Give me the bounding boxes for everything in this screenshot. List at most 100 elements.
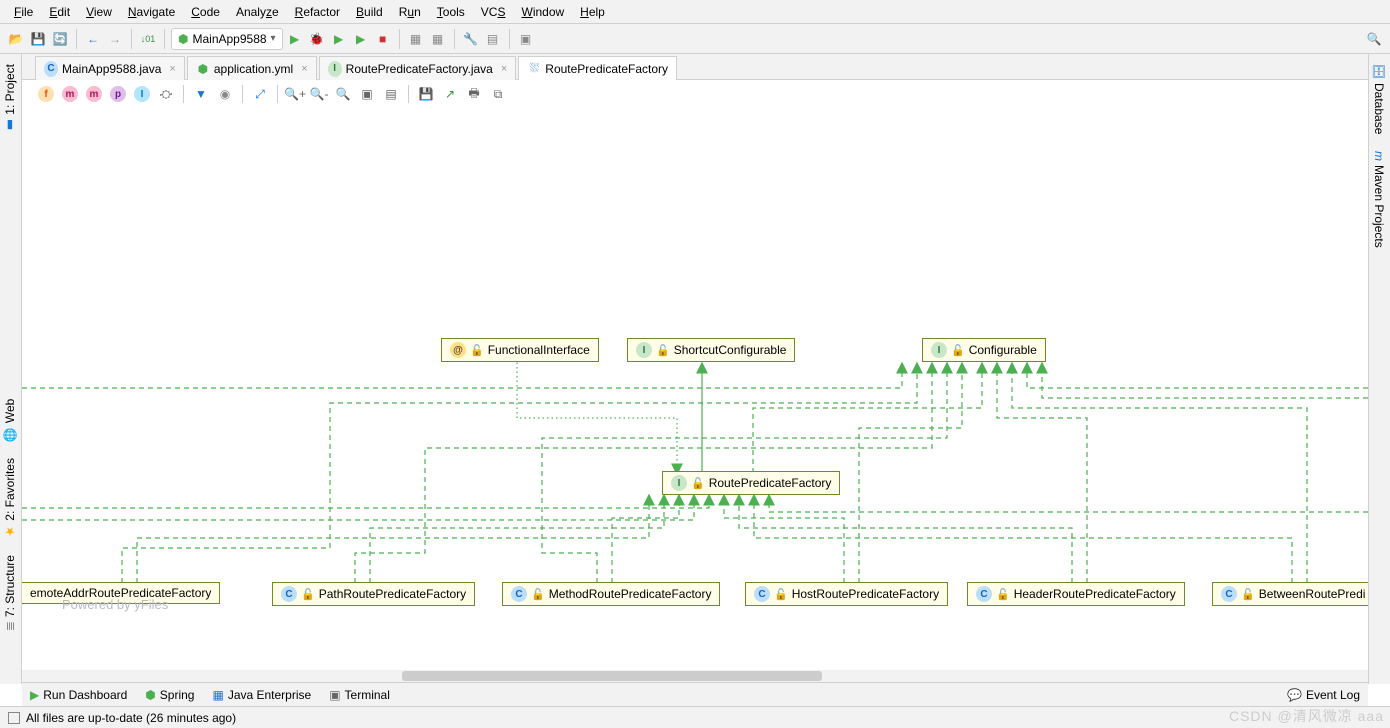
filter-m1-icon[interactable]: m [59, 83, 81, 105]
close-icon[interactable]: × [301, 63, 307, 75]
refresh-icon[interactable]: 🔄 [50, 29, 70, 49]
spring-icon: ⬢ [196, 62, 210, 76]
coverage-icon[interactable]: ▶ [329, 29, 349, 49]
node-header[interactable]: C 🔓 HeaderRoutePredicateFactory [967, 582, 1185, 606]
sdk-icon[interactable]: ▣ [516, 29, 536, 49]
scrollbar-thumb[interactable] [402, 671, 822, 681]
menu-build[interactable]: Build [348, 3, 391, 21]
tab-routepredicatefactory-java[interactable]: I RoutePredicateFactory.java × [319, 56, 517, 80]
layout1-icon[interactable]: ▦ [406, 29, 426, 49]
node-configurable[interactable]: I 🔓 Configurable [922, 338, 1046, 362]
run-configuration-selector[interactable]: ⬢ MainApp9588 ▾ [171, 28, 283, 50]
menu-vcs[interactable]: VCS [473, 3, 514, 21]
diagram-toolbar: f m m p I ⛮ ▼ ◉ ⤢ 🔍+ 🔍- 🔍 ▣ ▤ 💾 ↗ 🖶 ⧉ [35, 80, 509, 108]
yfiles-credit: Powered by yFiles [62, 597, 168, 612]
close-icon[interactable]: × [501, 63, 507, 75]
menu-window[interactable]: Window [513, 3, 572, 21]
menu-navigate[interactable]: Navigate [120, 3, 183, 21]
sidebar-structure[interactable]: ≣7: Structure [0, 547, 20, 639]
menu-run[interactable]: Run [391, 3, 429, 21]
sidebar-project[interactable]: ▮1: Project [0, 56, 20, 141]
settings-icon[interactable]: 🔧 [461, 29, 481, 49]
menu-tools[interactable]: Tools [429, 3, 473, 21]
lock-icon: 🔓 [691, 477, 705, 490]
tab-terminal[interactable]: ▣Terminal [329, 688, 390, 702]
save-icon[interactable]: 💾 [28, 29, 48, 49]
node-label: MethodRoutePredicateFactory [549, 587, 712, 601]
filter-p-icon[interactable]: p [107, 83, 129, 105]
lock-icon: 🔓 [996, 588, 1010, 601]
horizontal-scrollbar[interactable] [22, 670, 1368, 682]
node-between[interactable]: C 🔓 BetweenRoutePredi [1212, 582, 1368, 606]
binary-icon[interactable]: ↓01 [138, 29, 158, 49]
back-icon[interactable]: ← [83, 29, 103, 49]
scope-icon[interactable]: ◉ [214, 83, 236, 105]
node-label: RoutePredicateFactory [709, 476, 832, 490]
copydgm-icon[interactable]: ⧉ [487, 83, 509, 105]
profile-icon[interactable]: ▶ [351, 29, 371, 49]
filter-fields-icon[interactable]: f [35, 83, 57, 105]
menu-analyze[interactable]: Analyze [228, 3, 287, 21]
node-path[interactable]: C 🔓 PathRoutePredicateFactory [272, 582, 475, 606]
layout2-icon[interactable]: ▦ [428, 29, 448, 49]
status-indicator-icon [8, 712, 20, 724]
interface-icon: I [636, 342, 652, 358]
forward-icon[interactable]: → [105, 29, 125, 49]
class-icon: C [976, 586, 992, 602]
deps-icon[interactable]: ⛮ [155, 83, 177, 105]
layout-icon[interactable]: ▤ [380, 83, 402, 105]
save2-icon[interactable]: 💾 [415, 83, 437, 105]
sidebar-maven[interactable]: mMaven Projects [1369, 143, 1389, 256]
debug-icon[interactable]: 🐞 [307, 29, 327, 49]
tab-run-dashboard[interactable]: ▶Run Dashboard [30, 688, 127, 702]
menu-file[interactable]: File [6, 3, 41, 21]
filter-icon[interactable]: ▼ [190, 83, 212, 105]
open-icon[interactable]: 📂 [6, 29, 26, 49]
node-label: HeaderRoutePredicateFactory [1014, 587, 1176, 601]
run-icon[interactable]: ▶ [285, 29, 305, 49]
node-label: HostRoutePredicateFactory [792, 587, 939, 601]
tab-spring[interactable]: ⬢Spring [145, 688, 194, 702]
tab-routepredicatefactory-diagram[interactable]: ⛆ RoutePredicateFactory [518, 56, 677, 80]
node-functionalinterface[interactable]: @ 🔓 FunctionalInterface [441, 338, 599, 362]
tab-mainapp[interactable]: C MainApp9588.java × [35, 56, 185, 80]
sidebar-web[interactable]: 🌐Web [0, 391, 20, 450]
structure-icon[interactable]: ▤ [483, 29, 503, 49]
fit-content-icon[interactable]: ▣ [356, 83, 378, 105]
tab-event-log[interactable]: 💬Event Log [1287, 688, 1360, 702]
bottom-tool-tabs: ▶Run Dashboard ⬢Spring ▦Java Enterprise … [22, 682, 1368, 706]
menu-view[interactable]: View [78, 3, 120, 21]
tab-java-enterprise[interactable]: ▦Java Enterprise [212, 688, 311, 702]
export-icon[interactable]: ↗ [439, 83, 461, 105]
node-routepredicatefactory[interactable]: I 🔓 RoutePredicateFactory [662, 471, 840, 495]
sidebar-database[interactable]: 🗄Database [1369, 56, 1389, 143]
menu-refactor[interactable]: Refactor [287, 3, 348, 21]
stop-icon[interactable]: ■ [373, 29, 393, 49]
interface-icon: I [931, 342, 947, 358]
main-menu[interactable]: File Edit View Navigate Code Analyze Ref… [0, 0, 1390, 24]
node-label: Configurable [969, 343, 1037, 357]
close-icon[interactable]: × [169, 63, 175, 75]
tab-label: application.yml [214, 62, 293, 76]
zoom-in-icon[interactable]: 🔍+ [284, 83, 306, 105]
filter-i-icon[interactable]: I [131, 83, 153, 105]
right-sidebar: 🗄Database mMaven Projects [1368, 54, 1390, 684]
node-host[interactable]: C 🔓 HostRoutePredicateFactory [745, 582, 948, 606]
node-label: BetweenRoutePredi [1259, 587, 1366, 601]
expand-icon[interactable]: ⤢ [249, 83, 271, 105]
zoom-out-icon[interactable]: 🔍- [308, 83, 330, 105]
node-label: PathRoutePredicateFactory [319, 587, 466, 601]
print-icon[interactable]: 🖶 [463, 83, 485, 105]
sidebar-favorites[interactable]: ★2: Favorites [0, 450, 20, 547]
node-method[interactable]: C 🔓 MethodRoutePredicateFactory [502, 582, 720, 606]
tab-application-yml[interactable]: ⬢ application.yml × [187, 56, 317, 80]
zoom-actual-icon[interactable]: 🔍 [332, 83, 354, 105]
diagram-icon: ⛆ [527, 62, 541, 76]
menu-help[interactable]: Help [572, 3, 613, 21]
menu-edit[interactable]: Edit [41, 3, 78, 21]
filter-m2-icon[interactable]: m [83, 83, 105, 105]
menu-code[interactable]: Code [183, 3, 228, 21]
search-icon[interactable]: 🔍 [1364, 29, 1384, 49]
node-shortcutconfigurable[interactable]: I 🔓 ShortcutConfigurable [627, 338, 795, 362]
diagram-canvas[interactable]: @ 🔓 FunctionalInterface I 🔓 ShortcutConf… [22, 108, 1368, 662]
